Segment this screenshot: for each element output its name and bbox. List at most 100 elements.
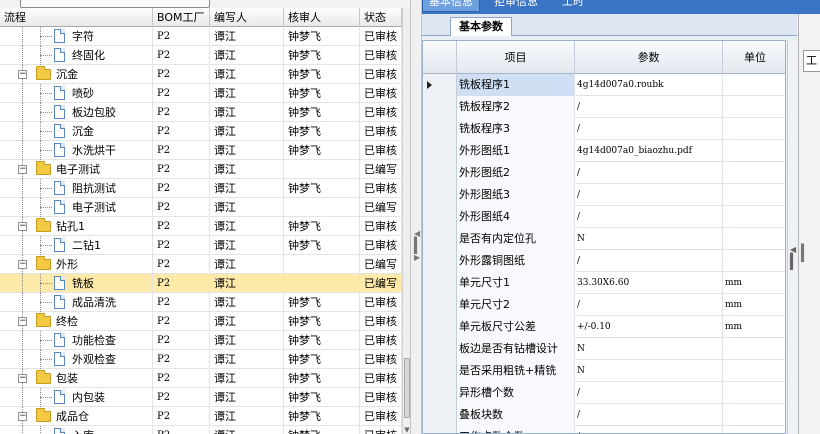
process-cell[interactable]: 终固化 [0, 46, 153, 65]
param-value-cell[interactable]: / [575, 184, 723, 206]
reviewer-cell[interactable]: 钟梦飞 [284, 65, 360, 84]
param-value-cell[interactable]: / [575, 294, 723, 316]
table-row[interactable]: 入库 P2谭江钟梦飞已审核 [0, 426, 410, 434]
param-value-cell[interactable]: / [575, 426, 723, 433]
row-indicator[interactable] [423, 184, 457, 206]
bom-cell[interactable]: P2 [153, 160, 210, 179]
editor-cell[interactable]: 谭江 [210, 312, 284, 331]
reviewer-cell[interactable]: 钟梦飞 [284, 388, 360, 407]
process-cell[interactable]: − 电子测试 [0, 160, 153, 179]
reviewer-cell[interactable]: 钟梦飞 [284, 217, 360, 236]
process-cell[interactable]: 喷砂 [0, 84, 153, 103]
status-cell[interactable]: 已审核 [360, 407, 402, 426]
param-unit-cell[interactable]: mm [723, 294, 785, 316]
row-indicator[interactable] [423, 360, 457, 382]
col-header-value[interactable]: 参数 [575, 41, 723, 74]
param-row[interactable]: 异形槽个数 / [423, 382, 785, 404]
table-row[interactable]: 喷砂 P2 谭江 钟梦飞 已审核 [0, 84, 410, 103]
row-indicator[interactable] [423, 206, 457, 228]
toolbar-button[interactable] [20, 0, 210, 8]
collapse-toggle-icon[interactable]: − [18, 412, 27, 421]
status-cell[interactable]: 已编写 [360, 160, 402, 179]
reviewer-cell[interactable]: 钟梦飞 [284, 369, 360, 388]
bom-cell[interactable]: P2 [153, 141, 210, 160]
editor-cell[interactable]: 谭江 [210, 27, 284, 46]
reviewer-cell[interactable] [284, 160, 360, 179]
row-indicator[interactable] [423, 338, 457, 360]
process-cell[interactable]: − 包装 [0, 369, 153, 388]
editor-cell[interactable]: 谭江 [210, 198, 284, 217]
scroll-down-arrow-icon[interactable]: ▼ [403, 426, 410, 434]
process-cell[interactable]: 铣板 [0, 274, 153, 293]
table-row[interactable]: 板边包胶 P2 谭江 钟梦飞 已审核 [0, 103, 410, 122]
tab-basic-info[interactable]: 基本信息 [422, 0, 480, 12]
bom-cell[interactable]: P2 [153, 255, 210, 274]
editor-cell[interactable]: 谭江 [210, 369, 284, 388]
param-row[interactable]: 外形露铜图纸 / [423, 250, 785, 272]
status-cell[interactable]: 已审核 [360, 312, 402, 331]
table-row[interactable]: 终固化 P2 谭江 钟梦飞 已审核 [0, 46, 410, 65]
editor-cell[interactable]: 谭江 [210, 350, 284, 369]
param-row[interactable]: 工作点数个数/ [423, 426, 785, 433]
side-grip-icon[interactable]: ▌ ▌ [801, 244, 807, 262]
editor-cell[interactable]: 谭江 [210, 84, 284, 103]
param-unit-cell[interactable] [723, 338, 785, 360]
bom-cell[interactable]: P2 [153, 179, 210, 198]
reviewer-cell[interactable]: 钟梦飞 [284, 331, 360, 350]
collapse-toggle-icon[interactable]: − [18, 374, 27, 383]
status-cell[interactable]: 已审核 [360, 179, 402, 198]
editor-cell[interactable]: 谭江 [210, 160, 284, 179]
collapse-toggle-icon[interactable]: − [18, 70, 27, 79]
editor-cell[interactable]: 谭江 [210, 331, 284, 350]
param-unit-cell[interactable] [723, 162, 785, 184]
tab-reject-info[interactable]: 拒审信息 [488, 0, 544, 12]
reviewer-cell[interactable]: 钟梦飞 [284, 350, 360, 369]
editor-cell[interactable]: 谭江 [210, 217, 284, 236]
row-indicator[interactable] [423, 426, 457, 433]
editor-cell[interactable]: 谭江 [210, 122, 284, 141]
param-row[interactable]: 外形图纸3/ [423, 184, 785, 206]
editor-cell[interactable]: 谭江 [210, 426, 284, 434]
reviewer-cell[interactable]: 钟梦飞 [284, 312, 360, 331]
process-cell[interactable]: 电子测试 [0, 198, 153, 217]
editor-cell[interactable]: 谭江 [210, 46, 284, 65]
status-cell[interactable]: 已审核 [360, 426, 402, 434]
editor-cell[interactable]: 谭江 [210, 274, 284, 293]
reviewer-cell[interactable] [284, 198, 360, 217]
param-value-cell[interactable]: 4g14d007a0.roubk [575, 74, 723, 96]
process-cell[interactable]: − 沉金 [0, 65, 153, 84]
reviewer-cell[interactable]: 钟梦飞 [284, 103, 360, 122]
status-cell[interactable]: 已审核 [360, 46, 402, 65]
process-cell[interactable]: 内包装 [0, 388, 153, 407]
col-header-process[interactable]: 流程 [0, 8, 153, 27]
param-row[interactable]: 外形图纸4/ [423, 206, 785, 228]
table-row[interactable]: − 成品仓 P2 谭江 钟梦飞 已审核 [0, 407, 410, 426]
param-value-cell[interactable]: / [575, 96, 723, 118]
row-indicator[interactable] [423, 118, 457, 140]
param-value-cell[interactable]: / [575, 404, 723, 426]
bom-cell[interactable]: P2 [153, 122, 210, 141]
process-cell[interactable]: 入库 [0, 426, 153, 434]
editor-cell[interactable]: 谭江 [210, 293, 284, 312]
reviewer-cell[interactable]: 钟梦飞 [284, 141, 360, 160]
process-cell[interactable]: 二钻1 [0, 236, 153, 255]
status-cell[interactable]: 已审核 [360, 84, 402, 103]
process-cell[interactable]: 水洗烘干 [0, 141, 153, 160]
param-unit-cell[interactable]: mm [723, 272, 785, 294]
params-grid-scrollbar[interactable]: ◀ ▌ ▌ [787, 40, 797, 434]
param-unit-cell[interactable] [723, 382, 785, 404]
reviewer-cell[interactable]: 钟梦飞 [284, 27, 360, 46]
param-value-cell[interactable]: 33.30X6.60 [575, 272, 723, 294]
row-indicator[interactable] [423, 96, 457, 118]
editor-cell[interactable]: 谭江 [210, 255, 284, 274]
param-value-cell[interactable]: N [575, 338, 723, 360]
param-row[interactable]: 外形图纸2/ [423, 162, 785, 184]
param-value-cell[interactable]: / [575, 118, 723, 140]
reviewer-cell[interactable]: 钟梦飞 [284, 46, 360, 65]
table-row[interactable]: 成品清洗 P2 谭江 钟梦飞 已审核 [0, 293, 410, 312]
editor-cell[interactable]: 谭江 [210, 103, 284, 122]
editor-cell[interactable]: 谭江 [210, 141, 284, 160]
reviewer-cell[interactable] [284, 274, 360, 293]
process-cell[interactable]: 沉金 [0, 122, 153, 141]
status-cell[interactable]: 已审核 [360, 141, 402, 160]
